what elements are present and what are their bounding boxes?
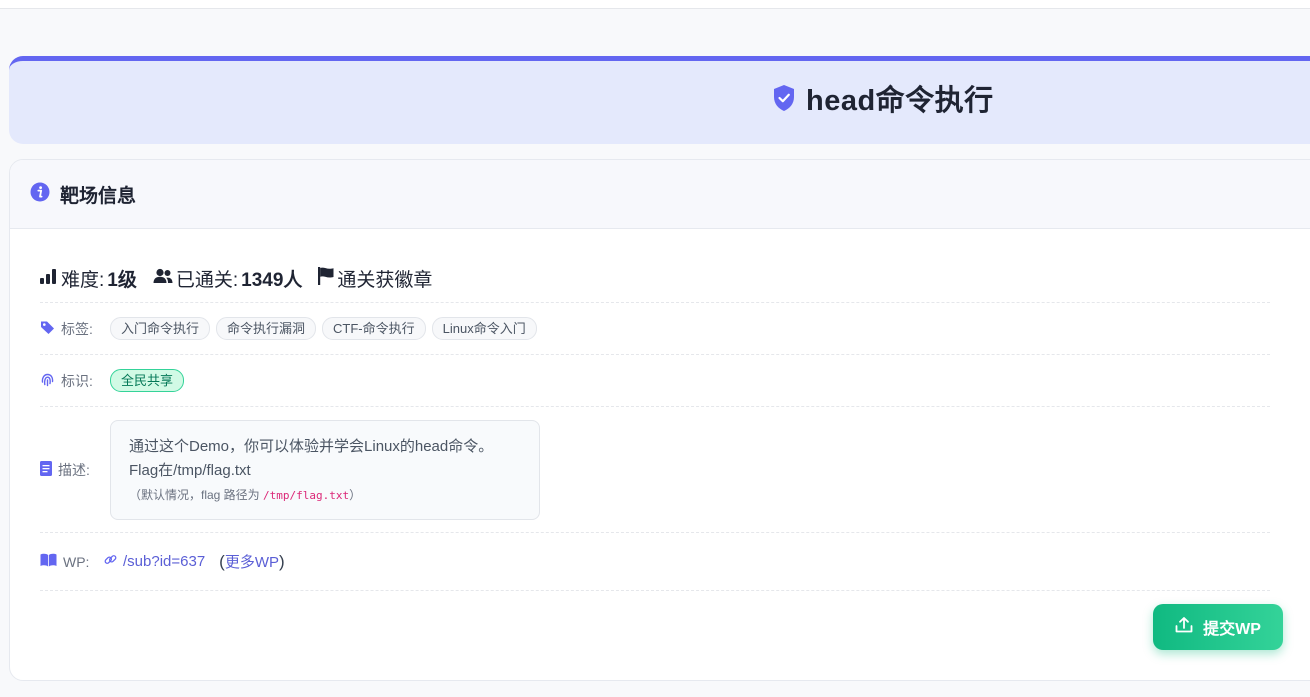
- title-banner: [9, 56, 1310, 144]
- wp-label: WP:: [40, 553, 104, 570]
- book-icon: [40, 553, 57, 570]
- submit-wp-button[interactable]: 提交WP: [1153, 604, 1283, 650]
- description-box: 通过这个Demo，你可以体验并学会Linux的head命令。 Flag在/tmp…: [110, 419, 540, 520]
- wp-row: WP: /sub?id=637 (更多WP): [40, 533, 1270, 591]
- mark-label: 标识:: [40, 371, 110, 391]
- badge-stat: 通关获徽章: [318, 265, 432, 292]
- top-bar: [0, 0, 1310, 9]
- signal-bars-icon: [40, 268, 58, 290]
- passed-label: 已通关:: [175, 270, 239, 291]
- upload-icon: [1175, 616, 1193, 639]
- stats-row: 难度: 1级 已通关: 1349人 通关获徽章: [40, 255, 1270, 303]
- link-icon: [104, 553, 117, 570]
- page-title: head命令执行: [806, 85, 994, 117]
- badge-text: 通关获徽章: [337, 270, 433, 291]
- card-title: 靶场信息: [60, 185, 137, 207]
- passed-value: 1349人: [241, 270, 303, 291]
- tag-item[interactable]: 入门命令执行: [110, 317, 211, 340]
- tag-item[interactable]: 命令执行漏洞: [216, 317, 317, 340]
- desc-note: （默认情况，flag 路径为 /tmp/flag.txt）: [129, 487, 362, 502]
- range-info-card: 靶场信息 难度: 1级 已通关: 1349人 通关获徽章 标签: 入门命令执行 …: [9, 159, 1310, 681]
- shared-badge: 全民共享: [110, 369, 185, 392]
- wp-link[interactable]: /sub?id=637: [104, 553, 205, 570]
- title-wrap: head命令执行: [772, 78, 994, 118]
- tag-item[interactable]: Linux命令入门: [431, 317, 537, 340]
- more-wp-link[interactable]: 更多WP: [225, 554, 279, 571]
- difficulty-stat: 难度: 1级: [40, 265, 137, 292]
- desc-label: 描述:: [40, 460, 110, 480]
- submit-wp-label: 提交WP: [1203, 621, 1261, 638]
- flag-icon: [318, 266, 334, 291]
- info-icon: [30, 182, 50, 207]
- shield-check-icon: [772, 84, 796, 112]
- card-header: 靶场信息: [10, 160, 1310, 229]
- more-wp: (更多WP): [219, 552, 285, 571]
- tag-icon: [40, 320, 55, 338]
- passed-stat: 已通关: 1349人: [153, 265, 303, 292]
- mark-row: 标识: 全民共享: [40, 355, 1270, 407]
- users-icon: [153, 268, 173, 290]
- difficulty-value: 1级: [107, 270, 137, 291]
- tags-row: 标签: 入门命令执行 命令执行漏洞 CTF-命令执行 Linux命令入门: [40, 303, 1270, 355]
- flag-path: /tmp/flag.txt: [263, 488, 350, 502]
- desc-line-2: Flag在/tmp/flag.txt: [129, 461, 251, 479]
- fingerprint-icon: [40, 372, 55, 390]
- description-row: 描述: 通过这个Demo，你可以体验并学会Linux的head命令。 Flag在…: [40, 407, 1270, 533]
- document-icon: [40, 460, 52, 479]
- tags-label: 标签:: [40, 319, 110, 339]
- tag-item[interactable]: CTF-命令执行: [322, 317, 426, 340]
- desc-line-1: 通过这个Demo，你可以体验并学会Linux的head命令。: [129, 437, 494, 455]
- difficulty-label: 难度:: [61, 270, 105, 291]
